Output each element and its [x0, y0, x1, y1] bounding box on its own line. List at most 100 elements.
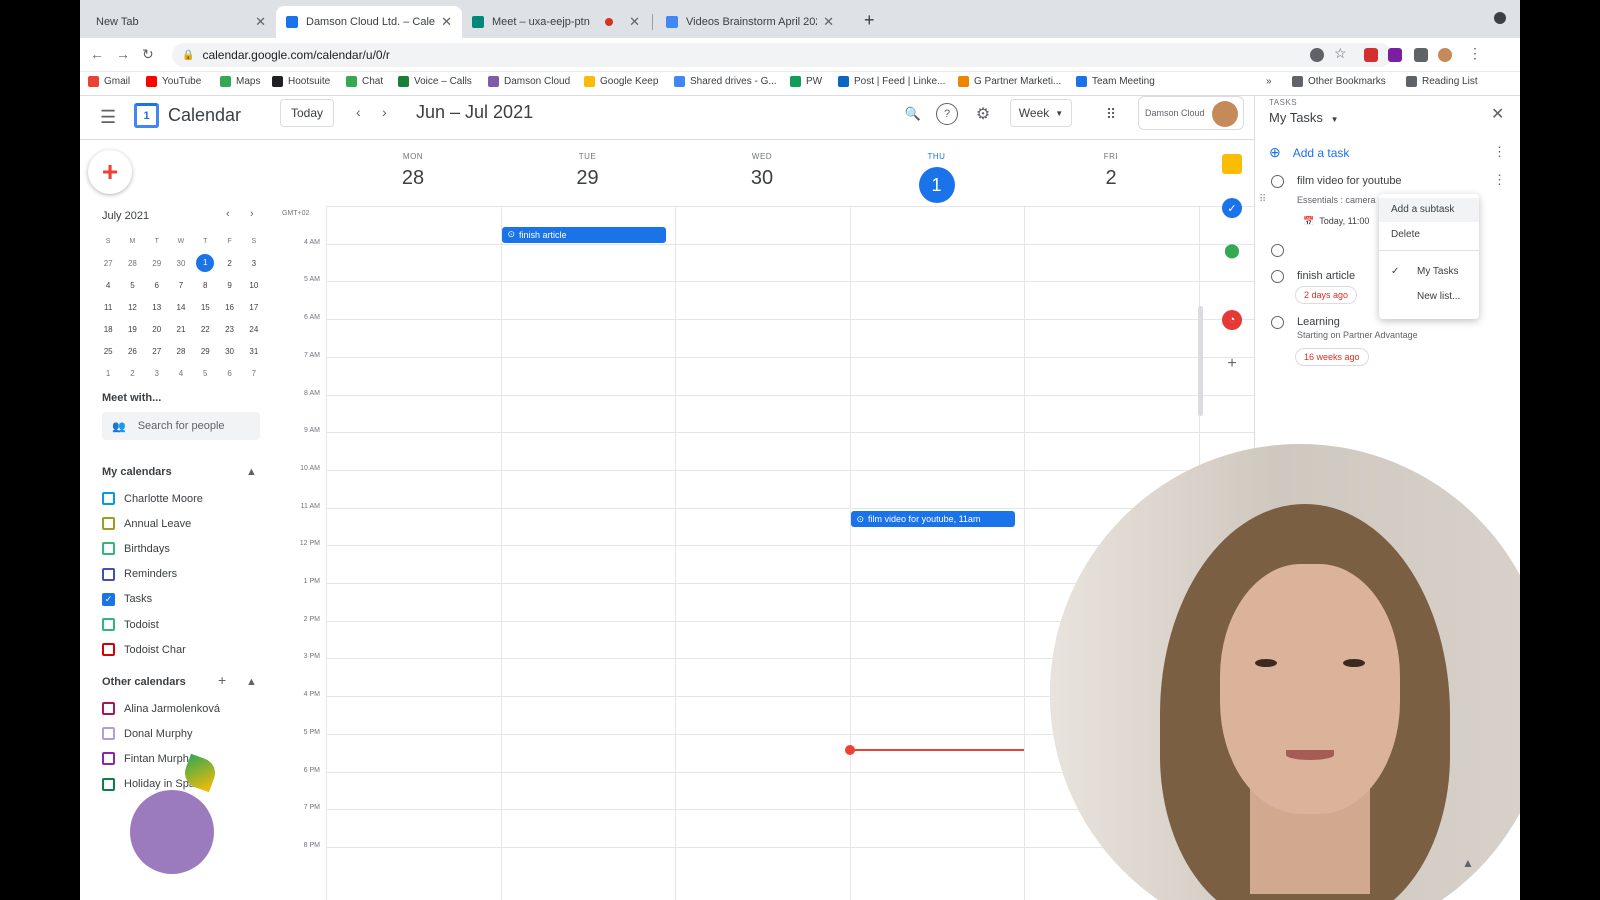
mini-day[interactable]: 13 — [145, 303, 169, 312]
mini-day[interactable]: 6 — [217, 369, 241, 378]
calendar-checkbox[interactable] — [102, 727, 115, 741]
task-title[interactable]: finish article — [1297, 270, 1355, 282]
calendar-checkbox[interactable] — [102, 517, 115, 531]
mini-day[interactable]: 17 — [242, 303, 266, 312]
mini-day[interactable]: 30 — [169, 259, 193, 268]
url-bar[interactable]: 🔒 calendar.google.com/calendar/u/0/r — [172, 43, 1392, 67]
calendar-item[interactable]: Donal Murphy — [102, 727, 192, 741]
tab-calendar[interactable]: Damson Cloud Ltd. – Calendar ✕ — [276, 6, 462, 38]
calendar-checkbox[interactable] — [102, 752, 115, 766]
bookmark-item[interactable]: Shared drives - G... — [674, 76, 777, 87]
close-icon[interactable]: ✕ — [629, 14, 640, 30]
calendar-checkbox[interactable] — [102, 643, 115, 657]
mini-day[interactable]: 6 — [145, 281, 169, 290]
profile-avatar-icon[interactable] — [1438, 48, 1452, 62]
bookmark-item[interactable]: Post | Feed | Linke... — [838, 76, 945, 87]
task-due-badge[interactable]: 2 days ago — [1295, 286, 1358, 304]
reading-list-button[interactable]: Reading List — [1406, 76, 1478, 87]
calendar-checkbox[interactable] — [102, 542, 115, 556]
mini-day[interactable]: 26 — [120, 347, 144, 356]
mini-day[interactable]: 20 — [145, 325, 169, 334]
tasks-icon[interactable]: ✓ — [1222, 198, 1242, 218]
close-icon[interactable]: ✕ — [255, 14, 266, 30]
apps-grid-icon[interactable]: ⠿ — [1100, 103, 1122, 125]
calendar-item[interactable]: Alina Jarmolenková — [102, 702, 220, 715]
day-header-mon[interactable]: MON 28 — [326, 152, 500, 190]
bookmark-item[interactable]: Hootsuite — [272, 76, 330, 87]
mini-day[interactable]: 25 — [96, 347, 120, 356]
delete-menu-item[interactable]: Delete — [1391, 229, 1420, 240]
calendar-item[interactable]: Fintan Murph — [102, 752, 189, 766]
calendar-checkbox[interactable] — [102, 567, 115, 581]
task-due-date[interactable]: 📅 Today, 11:00 — [1295, 212, 1377, 230]
extension-red-icon[interactable] — [1364, 48, 1378, 62]
maps-pin-icon[interactable]: ⬤ — [1222, 240, 1242, 260]
today-button[interactable]: Today — [280, 99, 334, 127]
mini-day[interactable]: 31 — [242, 347, 266, 356]
calendar-checkbox[interactable] — [102, 618, 115, 631]
mini-day[interactable]: 12 — [120, 303, 144, 312]
calendar-checkbox[interactable] — [102, 777, 115, 791]
mini-day[interactable]: 28 — [169, 347, 193, 356]
mini-day[interactable]: 15 — [193, 303, 217, 312]
mini-day[interactable]: 10 — [242, 281, 266, 290]
task-complete-checkbox[interactable] — [1271, 270, 1284, 283]
calendar-item[interactable]: Holiday in Spa — [102, 777, 195, 791]
bookmark-item[interactable]: Team Meeting — [1076, 76, 1155, 87]
extensions-puzzle-icon[interactable] — [1414, 48, 1428, 62]
back-icon[interactable]: ← — [90, 46, 104, 62]
mini-day[interactable]: 2 — [217, 259, 241, 268]
mini-day[interactable]: 16 — [217, 303, 241, 312]
search-people-input[interactable]: 👥 Search for people — [102, 412, 260, 440]
my-tasks-menu-item[interactable]: My Tasks — [1417, 266, 1459, 277]
mini-next-icon[interactable]: › — [250, 208, 254, 220]
tab-new-tab[interactable]: New Tab ✕ — [86, 6, 276, 38]
mini-day[interactable]: 5 — [120, 281, 144, 290]
help-icon[interactable]: ? — [936, 103, 958, 125]
mini-day[interactable]: 2 — [120, 369, 144, 378]
bookmark-item[interactable]: YouTube — [146, 76, 201, 87]
mini-day[interactable]: 4 — [96, 281, 120, 290]
settings-gear-icon[interactable]: ⚙ — [972, 103, 994, 125]
mini-day[interactable]: 5 — [193, 369, 217, 378]
other-calendars-heading[interactable]: Other calendars — [102, 676, 186, 688]
mini-day[interactable]: 14 — [169, 303, 193, 312]
bookmark-item[interactable]: Chat — [346, 76, 383, 87]
other-bookmarks-folder[interactable]: Other Bookmarks — [1292, 76, 1386, 87]
bookmark-item[interactable]: Google Keep — [584, 76, 658, 87]
bookmark-item[interactable]: PW — [790, 76, 822, 87]
mini-day[interactable]: 1 — [96, 369, 120, 378]
collapse-panel-chevron-icon[interactable]: ▲ — [1462, 856, 1474, 870]
calendar-checkbox[interactable] — [102, 702, 115, 715]
view-selector[interactable]: Week ▼ — [1010, 99, 1072, 127]
bookmarks-overflow-icon[interactable]: » — [1266, 76, 1272, 87]
more-menu-icon[interactable]: ⋮ — [1468, 45, 1482, 62]
mini-day[interactable]: 29 — [145, 259, 169, 268]
close-icon[interactable]: ✕ — [441, 14, 452, 30]
close-icon[interactable]: ✕ — [823, 14, 834, 30]
mini-day[interactable]: 4 — [169, 369, 193, 378]
task-due-badge[interactable]: 16 weeks ago — [1295, 348, 1369, 366]
day-header-fri[interactable]: FRI 2 — [1024, 152, 1198, 190]
mini-day[interactable]: 27 — [96, 259, 120, 268]
calendar-item[interactable]: Annual Leave — [102, 517, 191, 531]
task-title[interactable]: Learning — [1297, 316, 1340, 328]
add-calendar-icon[interactable]: + — [218, 672, 226, 688]
mini-day[interactable]: 27 — [145, 347, 169, 356]
bookmark-item[interactable]: Maps — [220, 76, 260, 87]
task-complete-checkbox[interactable] — [1271, 175, 1284, 188]
bookmark-item[interactable]: Damson Cloud — [488, 76, 570, 87]
add-subtask-menu-item[interactable]: Add a subtask — [1391, 204, 1454, 215]
mini-day[interactable]: 21 — [169, 325, 193, 334]
mini-prev-icon[interactable]: ‹ — [226, 208, 230, 220]
eye-extension-icon[interactable] — [1310, 48, 1324, 62]
calendar-item[interactable]: Reminders — [102, 567, 177, 581]
grid-scrollbar[interactable] — [1198, 306, 1203, 416]
add-addon-icon[interactable]: + — [1222, 354, 1242, 374]
main-menu-icon[interactable]: ☰ — [100, 107, 116, 128]
search-icon[interactable]: 🔍 — [902, 103, 924, 125]
mini-day[interactable]: 24 — [242, 325, 266, 334]
calendar-checkbox[interactable] — [102, 492, 115, 505]
new-list-menu-item[interactable]: New list... — [1417, 291, 1460, 302]
create-button[interactable]: + — [88, 150, 132, 194]
